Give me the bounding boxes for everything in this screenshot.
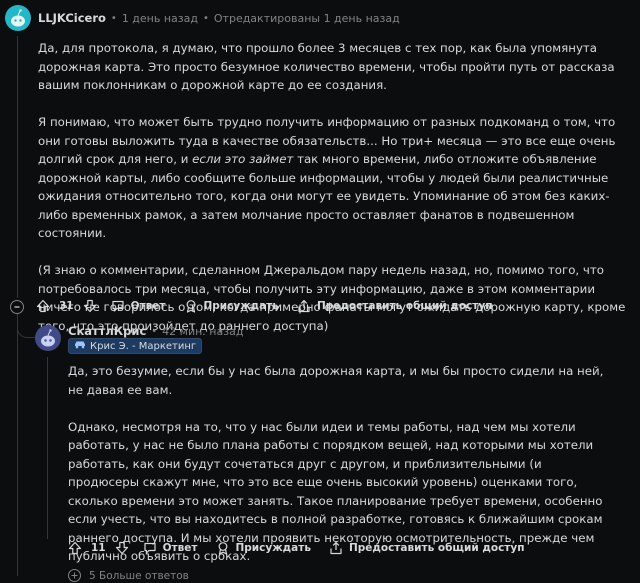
downvote-icon[interactable] [83, 299, 97, 313]
user-flair: Крис Э. - Маркетинг [68, 338, 203, 354]
share-button[interactable]: Предоставить общий доступ [329, 541, 525, 555]
comment-time[interactable]: 1 день назад [122, 12, 198, 25]
reply-label: Ответ [162, 542, 198, 554]
thread-line-main-lower[interactable] [17, 314, 18, 576]
separator-dot: • [110, 12, 117, 24]
comment-header: LLJKCicero • 1 день назад • Отредактиров… [38, 11, 400, 25]
comment-edited: Отредактированы 1 день назад [213, 11, 400, 25]
minus-icon [14, 306, 20, 308]
upvote-icon[interactable] [68, 541, 82, 555]
award-button[interactable]: Присуждать [184, 299, 279, 313]
award-button[interactable]: Присуждать [216, 541, 311, 555]
share-label: Предоставить общий доступ [316, 300, 493, 312]
comment-icon [112, 300, 124, 312]
share-label: Предоставить общий доступ [348, 542, 525, 554]
separator-dot: • [202, 12, 209, 24]
snoo-avatar-icon [11, 9, 25, 27]
reply-paragraph: Да, это безумие, если бы у нас была доро… [68, 364, 604, 397]
share-icon [298, 300, 310, 313]
vote-group: 11 [68, 541, 129, 555]
flair-label: Крис Э. - Маркетинг [90, 340, 197, 352]
comment-author[interactable]: LLJKCicero [38, 11, 106, 25]
more-replies-label: 5 Больше ответов [89, 569, 189, 582]
vote-score: 11 [91, 542, 106, 554]
avatar[interactable] [5, 5, 31, 31]
reply-author[interactable]: СкаттлКрис [68, 324, 146, 338]
vote-group: 31 [36, 299, 97, 313]
reply-body: Да, это безумие, если бы у нас была доро… [68, 362, 608, 566]
award-icon [186, 300, 195, 313]
share-button[interactable]: Предоставить общий доступ [297, 299, 493, 313]
award-label: Присуждать [203, 300, 279, 312]
avatar[interactable] [35, 325, 61, 351]
downvote-icon[interactable] [115, 541, 129, 555]
comment-emphasis: если это займет [192, 152, 294, 166]
comment-action-bar: 31 Ответ Присуждать Предоставить общий д… [36, 299, 511, 313]
thread-line-reply[interactable] [47, 357, 48, 539]
award-icon [218, 542, 227, 555]
upvote-icon[interactable] [36, 299, 50, 313]
more-replies-button[interactable]: 5 Больше ответов [68, 569, 189, 582]
reply-label: Ответ [130, 300, 166, 312]
plus-shape [71, 572, 78, 579]
snoo-avatar-icon [41, 329, 55, 347]
award-label: Присуждать [235, 542, 311, 554]
collapse-thread-button[interactable] [10, 300, 24, 314]
plus-icon [68, 569, 81, 582]
separator-dot: • [151, 325, 158, 337]
reply-header: СкаттлКрис • 42 мин. назад [68, 324, 243, 338]
reply-button[interactable]: Ответ [111, 299, 166, 313]
comment-body: Да, для протокола, я думаю, что прошло б… [38, 39, 630, 335]
car-icon [74, 340, 86, 352]
comment-paragraph: Да, для протокола, я думаю, что прошло б… [38, 41, 615, 92]
vote-score: 31 [59, 300, 74, 312]
thread-elbow [17, 326, 35, 338]
reply-time[interactable]: 42 мин. назад [162, 325, 243, 338]
thread-line-main[interactable] [17, 36, 18, 298]
comment-icon [144, 542, 156, 554]
share-icon [330, 542, 342, 555]
comment-paragraph: Я понимаю, что может быть трудно получит… [38, 115, 616, 240]
car-shape [75, 341, 85, 349]
reply-button[interactable]: Ответ [143, 541, 198, 555]
reply-action-bar: 11 Ответ Присуждать Предоставить общий д… [68, 541, 543, 555]
